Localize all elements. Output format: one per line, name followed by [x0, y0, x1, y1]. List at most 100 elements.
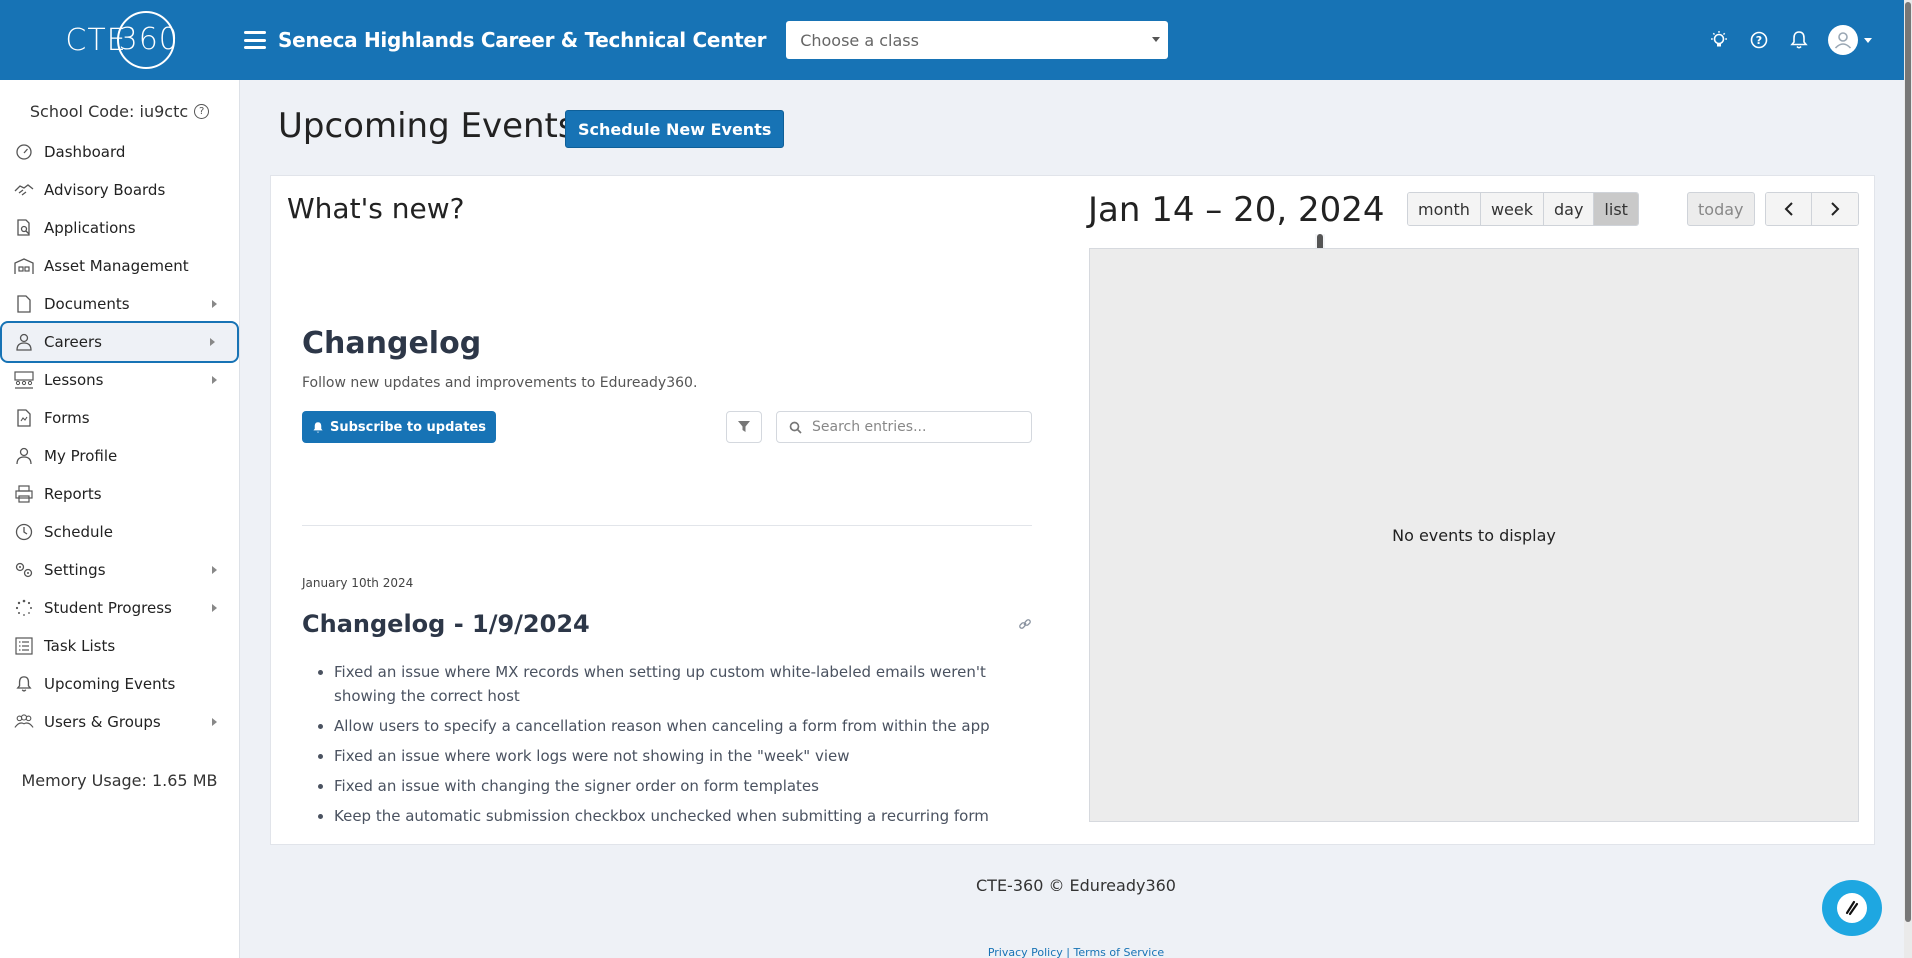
sidebar-item-label: Forms: [44, 409, 90, 427]
list-icon: [14, 636, 34, 656]
document-search-icon: [14, 218, 34, 238]
list-item: Fixed an issue where MX records when set…: [334, 660, 1032, 708]
help-icon[interactable]: ?: [194, 104, 210, 119]
changelog-subtitle: Follow new updates and improvements to E…: [302, 375, 698, 391]
classroom-icon: [14, 370, 34, 390]
subscribe-button[interactable]: Subscribe to updates: [302, 411, 496, 443]
users-icon: [14, 712, 34, 732]
sidebar-item-label: Schedule: [44, 523, 113, 541]
sidebar-item-label: My Profile: [44, 447, 118, 465]
list-item: Fixed an issue where work logs were not …: [334, 744, 1032, 768]
terms-of-service-link[interactable]: Terms of Service: [1074, 946, 1165, 958]
sidebar-item-applications[interactable]: Applications: [0, 209, 239, 247]
chevron-right-icon: [212, 300, 217, 308]
sidebar-item-label: Advisory Boards: [44, 181, 166, 199]
chevron-right-icon: [1831, 202, 1840, 216]
prev-button[interactable]: [1766, 193, 1812, 225]
sidebar-item-student-progress[interactable]: Student Progress: [0, 589, 239, 627]
hamburger-menu-icon[interactable]: [244, 31, 266, 49]
sidebar-item-forms[interactable]: Forms: [0, 399, 239, 437]
sidebar-nav: Dashboard Advisory Boards Applications A…: [0, 133, 239, 741]
sidebar-item-label: Student Progress: [44, 599, 172, 617]
filter-icon: [738, 421, 750, 432]
sidebar-item-my-profile[interactable]: My Profile: [0, 437, 239, 475]
sidebar-item-label: Lessons: [44, 371, 104, 389]
printer-icon: [14, 484, 34, 504]
calendar-range: Jan 14 – 20, 2024: [1088, 190, 1385, 230]
events-card: What's new? Changelog Follow new updates…: [270, 175, 1875, 845]
school-code-label: School Code: iu9ctc: [29, 102, 189, 121]
chevron-right-icon: [212, 376, 217, 384]
memory-usage: Memory Usage: 1.65 MB: [21, 771, 218, 790]
link-icon[interactable]: [1018, 617, 1032, 631]
changelog-title: Changelog: [302, 326, 482, 361]
avatar-chevron-down-icon[interactable]: [1864, 37, 1872, 43]
school-code: School Code: iu9ctc ?: [0, 102, 239, 121]
chevron-down-icon: [1152, 37, 1161, 42]
privacy-policy-link[interactable]: Privacy Policy: [988, 946, 1063, 958]
today-button[interactable]: today: [1687, 192, 1755, 226]
view-list-button[interactable]: list: [1594, 193, 1638, 225]
bell-icon: [313, 421, 323, 433]
sidebar: School Code: iu9ctc ? Dashboard Advisory…: [0, 80, 240, 958]
chat-button[interactable]: [1822, 880, 1882, 936]
sidebar-item-asset-management[interactable]: Asset Management: [0, 247, 239, 285]
logo[interactable]: CTE 360: [0, 0, 240, 80]
list-item: Keep the automatic submission checkbox u…: [334, 804, 1032, 828]
search-entries[interactable]: [776, 411, 1032, 443]
sidebar-item-users-groups[interactable]: Users & Groups: [0, 703, 239, 741]
lightbulb-icon[interactable]: [1708, 29, 1730, 51]
subscribe-button-label: Subscribe to updates: [330, 419, 486, 435]
sidebar-item-reports[interactable]: Reports: [0, 475, 239, 513]
footer-copyright: CTE-360 © Eduready360: [976, 876, 1176, 895]
sidebar-item-schedule[interactable]: Schedule: [0, 513, 239, 551]
view-day-button[interactable]: day: [1543, 193, 1595, 225]
sidebar-item-upcoming-events[interactable]: Upcoming Events: [0, 665, 239, 703]
calendar-nav: [1765, 192, 1859, 226]
clock-icon: [14, 522, 34, 542]
footer-separator: |: [1062, 946, 1074, 958]
user-tie-icon: [14, 332, 34, 352]
page-scrollbar[interactable]: [1904, 0, 1912, 958]
avatar[interactable]: [1828, 25, 1858, 55]
bell-icon: [14, 674, 34, 694]
sidebar-item-label: Dashboard: [44, 143, 126, 161]
filter-button[interactable]: [726, 411, 762, 443]
whats-new-heading: What's new?: [287, 192, 465, 225]
chevron-right-icon: [212, 604, 217, 612]
page-scrollbar-thumb[interactable]: [1905, 2, 1911, 922]
sidebar-item-label: Task Lists: [44, 637, 116, 655]
sidebar-item-advisory-boards[interactable]: Advisory Boards: [0, 171, 239, 209]
sidebar-item-dashboard[interactable]: Dashboard: [0, 133, 239, 171]
search-icon: [789, 421, 802, 434]
class-select[interactable]: Choose a class: [786, 21, 1169, 59]
chevron-right-icon: [212, 718, 217, 726]
sidebar-item-lessons[interactable]: Lessons: [0, 361, 239, 399]
list-item: Allow users to specify a cancellation re…: [334, 714, 1032, 738]
entry-title: Changelog - 1/9/2024: [302, 610, 590, 638]
top-bar: CTE 360 Seneca Highlands Career & Techni…: [0, 0, 1912, 80]
view-month-button[interactable]: month: [1408, 193, 1481, 225]
spinner-icon: [14, 598, 34, 618]
handshake-icon: [14, 180, 34, 200]
sidebar-item-careers[interactable]: Careers: [0, 321, 239, 363]
chevron-right-icon: [212, 566, 217, 574]
sidebar-item-documents[interactable]: Documents: [0, 285, 239, 323]
help-icon[interactable]: ?: [1748, 29, 1770, 51]
search-entries-input[interactable]: [812, 419, 1012, 435]
chevron-left-icon: [1784, 202, 1793, 216]
sidebar-item-label: Applications: [44, 219, 136, 237]
calendar-view-switcher: month week day list: [1407, 192, 1639, 226]
schedule-new-events-button[interactable]: Schedule New Events: [565, 110, 785, 148]
file-icon: [14, 294, 34, 314]
chat-logo-icon: [1845, 900, 1859, 916]
svg-text:?: ?: [1756, 34, 1762, 47]
sidebar-item-task-lists[interactable]: Task Lists: [0, 627, 239, 665]
next-button[interactable]: [1812, 193, 1858, 225]
view-week-button[interactable]: week: [1480, 193, 1544, 225]
sidebar-item-label: Documents: [44, 295, 130, 313]
gauge-icon: [14, 142, 34, 162]
calendar-list-view: No events to display: [1089, 248, 1859, 822]
sidebar-item-settings[interactable]: Settings: [0, 551, 239, 589]
bell-icon[interactable]: [1788, 29, 1810, 51]
